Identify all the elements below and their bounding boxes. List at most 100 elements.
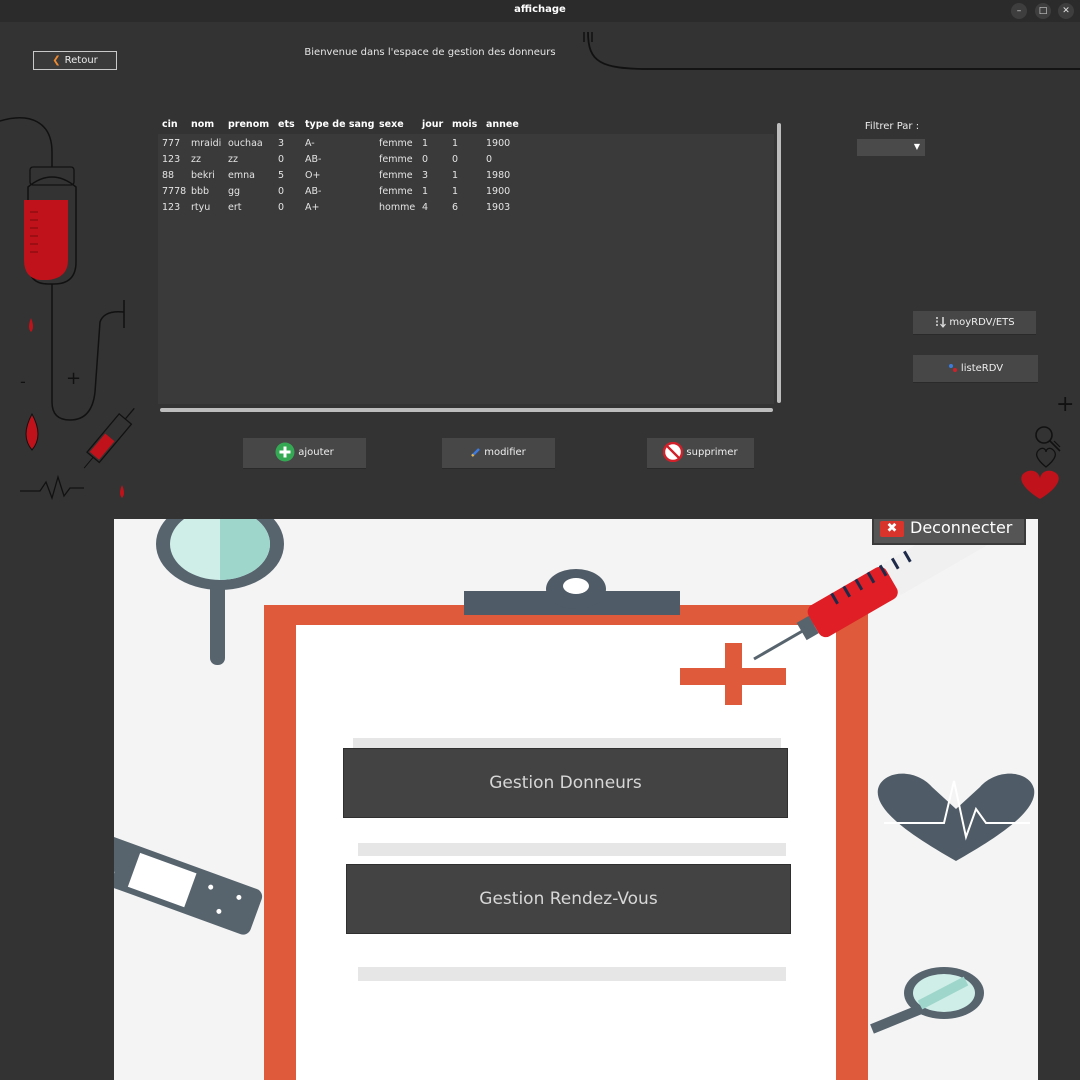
sort-icon bbox=[936, 317, 947, 328]
cell-annee: 1900 bbox=[486, 186, 511, 197]
table-row[interactable]: 123 zz zz 0 AB- femme 0 0 0 bbox=[158, 152, 774, 168]
back-button-label: Retour bbox=[64, 55, 98, 66]
cell-prenom: ouchaa bbox=[228, 138, 263, 149]
blood-bag-illustration: - + bbox=[0, 117, 135, 501]
svg-text:+: + bbox=[1056, 392, 1074, 417]
cell-cin: 123 bbox=[162, 202, 181, 213]
back-button[interactable]: ❮ Retour bbox=[33, 51, 117, 70]
cell-prenom: emna bbox=[228, 170, 255, 181]
cell-type-de-sang: A+ bbox=[305, 202, 320, 213]
table-row[interactable]: 777 mraidi ouchaa 3 A- femme 1 1 1900 bbox=[158, 136, 774, 152]
cell-cin: 88 bbox=[162, 170, 175, 181]
cell-sexe: femme bbox=[379, 138, 413, 149]
cell-mois: 1 bbox=[452, 170, 459, 181]
supprimer-button[interactable]: supprimer bbox=[647, 438, 754, 468]
cell-jour: 1 bbox=[422, 186, 429, 197]
health-symbols-decoration: + bbox=[1021, 392, 1074, 499]
ajouter-label: ajouter bbox=[298, 447, 334, 458]
cell-sexe: femme bbox=[379, 170, 413, 181]
cell-ets: 5 bbox=[278, 170, 285, 181]
cell-nom: mraidi bbox=[191, 138, 222, 149]
cell-prenom: ert bbox=[228, 202, 242, 213]
cell-type-de-sang: AB- bbox=[305, 154, 322, 165]
col-annee[interactable]: annee bbox=[486, 119, 519, 130]
cell-jour: 0 bbox=[422, 154, 429, 165]
cell-mois: 6 bbox=[452, 202, 459, 213]
moy-rdv-ets-label: moyRDV/ETS bbox=[949, 317, 1015, 328]
svg-text:+: + bbox=[66, 368, 81, 389]
cell-mois: 1 bbox=[452, 138, 459, 149]
tube-decoration bbox=[583, 31, 1080, 70]
cell-cin: 7778 bbox=[162, 186, 187, 197]
add-icon bbox=[275, 442, 295, 462]
gestion-rendez-vous-button[interactable]: Gestion Rendez-Vous bbox=[346, 864, 791, 934]
cell-annee: 0 bbox=[486, 154, 493, 165]
gestion-donneurs-button[interactable]: Gestion Donneurs bbox=[343, 748, 788, 818]
cell-ets: 0 bbox=[278, 154, 285, 165]
moy-rdv-ets-button[interactable]: moyRDV/ETS bbox=[913, 311, 1036, 334]
cell-nom: zz bbox=[191, 154, 201, 165]
cell-jour: 4 bbox=[422, 202, 429, 213]
cell-cin: 777 bbox=[162, 138, 181, 149]
chevron-left-icon: ❮ bbox=[52, 55, 61, 66]
col-prenom[interactable]: prenom bbox=[228, 119, 269, 130]
cell-prenom: zz bbox=[228, 154, 238, 165]
modifier-label: modifier bbox=[484, 447, 526, 458]
col-cin[interactable]: cin bbox=[162, 119, 178, 130]
ajouter-button[interactable]: ajouter bbox=[243, 438, 366, 468]
table-row[interactable]: 7778 bbb gg 0 AB- femme 1 1 1900 bbox=[158, 184, 774, 200]
welcome-text: Bienvenue dans l'espace de gestion des d… bbox=[304, 47, 556, 58]
filter-label: Filtrer Par : bbox=[864, 121, 920, 132]
col-jour[interactable]: jour bbox=[422, 119, 443, 130]
cell-nom: rtyu bbox=[191, 202, 211, 213]
col-mois[interactable]: mois bbox=[452, 119, 477, 130]
maximize-button[interactable]: □ bbox=[1035, 3, 1051, 19]
cell-cin: 123 bbox=[162, 154, 181, 165]
cell-sexe: homme bbox=[379, 202, 416, 213]
cell-ets: 3 bbox=[278, 138, 285, 149]
cell-ets: 0 bbox=[278, 202, 285, 213]
supprimer-label: supprimer bbox=[686, 447, 738, 458]
cell-sexe: femme bbox=[379, 154, 413, 165]
close-icon: ✖ bbox=[880, 520, 904, 537]
list-icon bbox=[948, 364, 957, 372]
table-row[interactable]: 123 rtyu ert 0 A+ homme 4 6 1903 bbox=[158, 200, 774, 216]
cell-jour: 3 bbox=[422, 170, 429, 181]
dropdown-arrow-icon: ▼ bbox=[913, 142, 920, 151]
col-type-de-sang[interactable]: type de sang bbox=[305, 119, 374, 130]
forbidden-icon bbox=[663, 442, 684, 462]
pencil-icon bbox=[471, 448, 481, 457]
cell-ets: 0 bbox=[278, 186, 285, 197]
liste-rdv-button[interactable]: listeRDV bbox=[913, 355, 1038, 382]
menu-window: Gestion Donneurs Gestion Rendez-Vous ✖ De… bbox=[0, 519, 1080, 1080]
table-header: cin nom prenom ets type de sang sexe jou… bbox=[158, 118, 774, 134]
cell-mois: 1 bbox=[452, 186, 459, 197]
vertical-scrollbar[interactable] bbox=[777, 123, 781, 403]
cell-mois: 0 bbox=[452, 154, 459, 165]
cell-sexe: femme bbox=[379, 186, 413, 197]
cell-annee: 1980 bbox=[486, 170, 511, 181]
modifier-button[interactable]: modifier bbox=[442, 438, 555, 468]
donneurs-window: - + + ❮ Retour Bienvenue dans l'espace de… bbox=[0, 22, 1080, 519]
cell-annee: 1903 bbox=[486, 202, 511, 213]
minimize-button[interactable]: – bbox=[1011, 3, 1027, 19]
deconnecter-button[interactable]: ✖ Deconnecter bbox=[872, 519, 1026, 545]
deconnecter-label: Deconnecter bbox=[910, 519, 1013, 537]
cell-type-de-sang: AB- bbox=[305, 186, 322, 197]
col-nom[interactable]: nom bbox=[191, 119, 214, 130]
svg-text:-: - bbox=[20, 372, 26, 391]
horizontal-scrollbar[interactable] bbox=[160, 408, 773, 412]
col-sexe[interactable]: sexe bbox=[379, 119, 404, 130]
filter-dropdown[interactable]: ▼ bbox=[857, 139, 925, 156]
table-row[interactable]: 88 bekri emna 5 O+ femme 3 1 1980 bbox=[158, 168, 774, 184]
cell-annee: 1900 bbox=[486, 138, 511, 149]
cell-prenom: gg bbox=[228, 186, 241, 197]
cell-nom: bbb bbox=[191, 186, 210, 197]
liste-rdv-label: listeRDV bbox=[960, 363, 1004, 374]
close-button[interactable]: ✕ bbox=[1058, 3, 1074, 19]
cell-nom: bekri bbox=[191, 170, 215, 181]
col-ets[interactable]: ets bbox=[278, 119, 295, 130]
cell-type-de-sang: O+ bbox=[305, 170, 321, 181]
cell-jour: 1 bbox=[422, 138, 429, 149]
cell-type-de-sang: A- bbox=[305, 138, 315, 149]
